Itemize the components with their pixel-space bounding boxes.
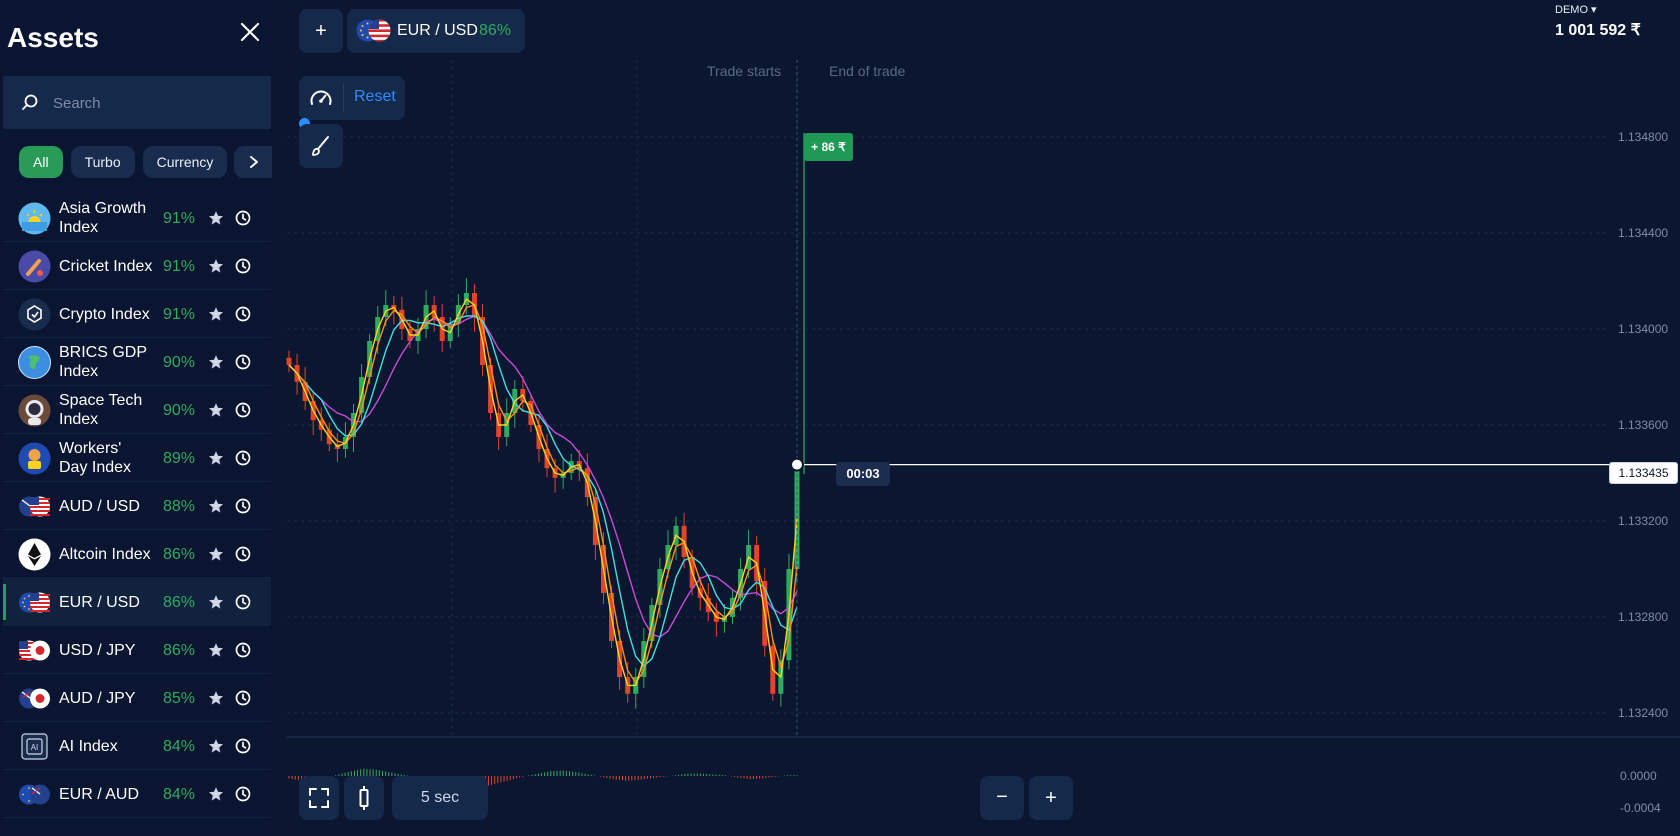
- y-tick-label: 1.134400: [1618, 226, 1669, 240]
- price-chart[interactable]: [0, 0, 1680, 836]
- add-chart-button[interactable]: +: [299, 9, 343, 53]
- profit-badge: + 86 ₹: [804, 133, 853, 161]
- account-balance: 1 001 592 ₹: [1555, 22, 1641, 39]
- current-price-dot: [790, 457, 804, 472]
- y-tick-label: 1.132800: [1618, 610, 1669, 624]
- zoom-in-button[interactable]: +: [1029, 776, 1073, 820]
- end-of-trade-label: End of trade: [829, 63, 906, 79]
- osc-tick-label: -0.0004: [1620, 801, 1661, 815]
- trade-starts-label: Trade starts: [707, 63, 782, 79]
- tools-divider: [343, 84, 344, 112]
- y-tick-label: 1.132400: [1618, 706, 1669, 720]
- timeframe-button[interactable]: 5 sec: [392, 776, 488, 820]
- zoom-out-button[interactable]: −: [980, 776, 1024, 820]
- ma-slow-line: [288, 315, 798, 638]
- speedometer-icon[interactable]: [309, 87, 333, 109]
- asset-chip-payout: 86%: [479, 22, 512, 39]
- account-mode[interactable]: DEMO ▾: [1555, 3, 1641, 16]
- y-tick-label: 1.134800: [1618, 130, 1669, 144]
- reset-button[interactable]: Reset: [354, 88, 396, 106]
- asset-selector[interactable]: EUR / USD 86%: [347, 9, 525, 53]
- fullscreen-button[interactable]: [299, 776, 339, 820]
- y-tick-label: 1.134000: [1618, 322, 1669, 336]
- y-tick-label: 1.133600: [1618, 418, 1669, 432]
- osc-tick-label: 0.0000: [1620, 769, 1657, 783]
- current-price-label: 1.133435: [1609, 462, 1678, 484]
- ma-fast-line: [288, 297, 798, 687]
- ma-mid-line: [288, 304, 798, 684]
- trading-app: Assets All Turbo Currency Asia Growth In…: [0, 0, 1680, 836]
- chart-tools: Reset: [299, 76, 405, 120]
- y-tick-label: 1.133200: [1618, 514, 1669, 528]
- asset-chip-name: EUR / USD: [397, 22, 478, 39]
- brush-icon: [312, 136, 329, 156]
- candle-body: [286, 357, 292, 365]
- candlestick-icon: [359, 786, 369, 810]
- fullscreen-icon: [309, 788, 329, 808]
- flag-eur-usd-icon: [356, 19, 391, 42]
- drawing-tool-button[interactable]: [299, 124, 343, 168]
- trade-timer: 00:03: [836, 462, 890, 486]
- chart-type-button[interactable]: [344, 776, 384, 820]
- account-info[interactable]: DEMO ▾ 1 001 592 ₹: [1555, 3, 1641, 40]
